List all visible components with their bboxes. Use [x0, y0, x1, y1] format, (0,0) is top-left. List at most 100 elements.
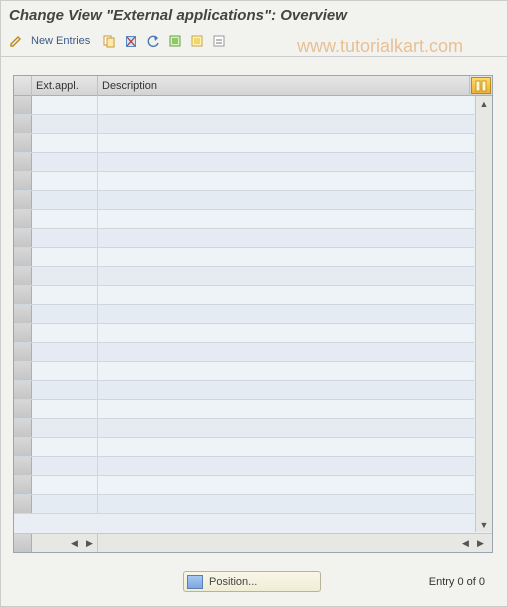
row-selector[interactable] — [14, 153, 32, 171]
table-row[interactable] — [14, 457, 474, 476]
cell-description[interactable] — [98, 191, 474, 209]
table-row[interactable] — [14, 438, 474, 457]
row-selector[interactable] — [14, 324, 32, 342]
configure-columns-icon[interactable] — [471, 77, 491, 94]
table-row[interactable] — [14, 172, 474, 191]
cell-description[interactable] — [98, 324, 474, 342]
cell-description[interactable] — [98, 248, 474, 266]
row-selector[interactable] — [14, 343, 32, 361]
cell-ext-appl[interactable] — [32, 191, 98, 209]
row-selector[interactable] — [14, 115, 32, 133]
cell-ext-appl[interactable] — [32, 134, 98, 152]
row-selector[interactable] — [14, 419, 32, 437]
table-row[interactable] — [14, 96, 474, 115]
column-header-selector[interactable] — [14, 76, 32, 96]
table-row[interactable] — [14, 115, 474, 134]
cell-description[interactable] — [98, 381, 474, 399]
row-selector[interactable] — [14, 362, 32, 380]
new-entries-button[interactable]: New Entries — [29, 33, 96, 49]
row-selector[interactable] — [14, 400, 32, 418]
column-header-description[interactable]: Description — [98, 76, 470, 96]
cell-ext-appl[interactable] — [32, 381, 98, 399]
change-icon[interactable] — [7, 32, 25, 50]
scroll-left-icon[interactable]: ◀ — [67, 536, 82, 551]
table-row[interactable] — [14, 248, 474, 267]
cell-ext-appl[interactable] — [32, 305, 98, 323]
table-row[interactable] — [14, 305, 474, 324]
row-selector[interactable] — [14, 210, 32, 228]
row-selector[interactable] — [14, 381, 32, 399]
row-selector[interactable] — [14, 267, 32, 285]
scroll-up-icon[interactable]: ▲ — [477, 96, 492, 111]
scroll-down-icon[interactable]: ▼ — [477, 517, 492, 532]
cell-description[interactable] — [98, 267, 474, 285]
undo-icon[interactable] — [144, 32, 162, 50]
cell-description[interactable] — [98, 153, 474, 171]
row-selector[interactable] — [14, 96, 32, 114]
cell-ext-appl[interactable] — [32, 438, 98, 456]
table-row[interactable] — [14, 229, 474, 248]
vertical-scrollbar[interactable]: ▲ ▼ — [475, 96, 492, 532]
cell-description[interactable] — [98, 457, 474, 475]
cell-description[interactable] — [98, 400, 474, 418]
cell-description[interactable] — [98, 362, 474, 380]
row-selector[interactable] — [14, 191, 32, 209]
row-selector[interactable] — [14, 134, 32, 152]
table-row[interactable] — [14, 191, 474, 210]
cell-ext-appl[interactable] — [32, 115, 98, 133]
cell-ext-appl[interactable] — [32, 495, 98, 513]
table-row[interactable] — [14, 324, 474, 343]
cell-description[interactable] — [98, 343, 474, 361]
cell-description[interactable] — [98, 305, 474, 323]
table-row[interactable] — [14, 476, 474, 495]
table-row[interactable] — [14, 286, 474, 305]
cell-ext-appl[interactable] — [32, 286, 98, 304]
cell-ext-appl[interactable] — [32, 96, 98, 114]
row-selector[interactable] — [14, 457, 32, 475]
cell-description[interactable] — [98, 210, 474, 228]
cell-description[interactable] — [98, 286, 474, 304]
cell-description[interactable] — [98, 172, 474, 190]
cell-description[interactable] — [98, 96, 474, 114]
cell-ext-appl[interactable] — [32, 248, 98, 266]
cell-description[interactable] — [98, 476, 474, 494]
row-selector[interactable] — [14, 286, 32, 304]
cell-ext-appl[interactable] — [32, 343, 98, 361]
cell-ext-appl[interactable] — [32, 267, 98, 285]
row-selector[interactable] — [14, 495, 32, 513]
cell-description[interactable] — [98, 419, 474, 437]
row-selector[interactable] — [14, 229, 32, 247]
cell-ext-appl[interactable] — [32, 210, 98, 228]
column-header-ext-appl[interactable]: Ext.appl. — [32, 76, 98, 96]
row-selector[interactable] — [14, 305, 32, 323]
table-row[interactable] — [14, 419, 474, 438]
position-button[interactable]: Position... — [183, 571, 321, 592]
scroll-left-end-icon[interactable]: ◀ — [458, 536, 473, 551]
cell-description[interactable] — [98, 438, 474, 456]
table-row[interactable] — [14, 400, 474, 419]
cell-ext-appl[interactable] — [32, 419, 98, 437]
select-block-icon[interactable] — [188, 32, 206, 50]
scroll-right-end-icon[interactable]: ▶ — [473, 536, 488, 551]
cell-ext-appl[interactable] — [32, 476, 98, 494]
scroll-right-icon[interactable]: ▶ — [82, 536, 97, 551]
table-row[interactable] — [14, 343, 474, 362]
cell-ext-appl[interactable] — [32, 457, 98, 475]
hscroll-track[interactable] — [98, 534, 458, 552]
select-all-icon[interactable] — [166, 32, 184, 50]
cell-description[interactable] — [98, 229, 474, 247]
table-row[interactable] — [14, 210, 474, 229]
row-selector[interactable] — [14, 172, 32, 190]
cell-ext-appl[interactable] — [32, 172, 98, 190]
cell-ext-appl[interactable] — [32, 400, 98, 418]
cell-description[interactable] — [98, 134, 474, 152]
table-row[interactable] — [14, 381, 474, 400]
cell-ext-appl[interactable] — [32, 362, 98, 380]
table-row[interactable] — [14, 495, 474, 514]
cell-description[interactable] — [98, 115, 474, 133]
cell-ext-appl[interactable] — [32, 153, 98, 171]
table-row[interactable] — [14, 362, 474, 381]
cell-ext-appl[interactable] — [32, 324, 98, 342]
deselect-all-icon[interactable] — [210, 32, 228, 50]
copy-icon[interactable] — [100, 32, 118, 50]
